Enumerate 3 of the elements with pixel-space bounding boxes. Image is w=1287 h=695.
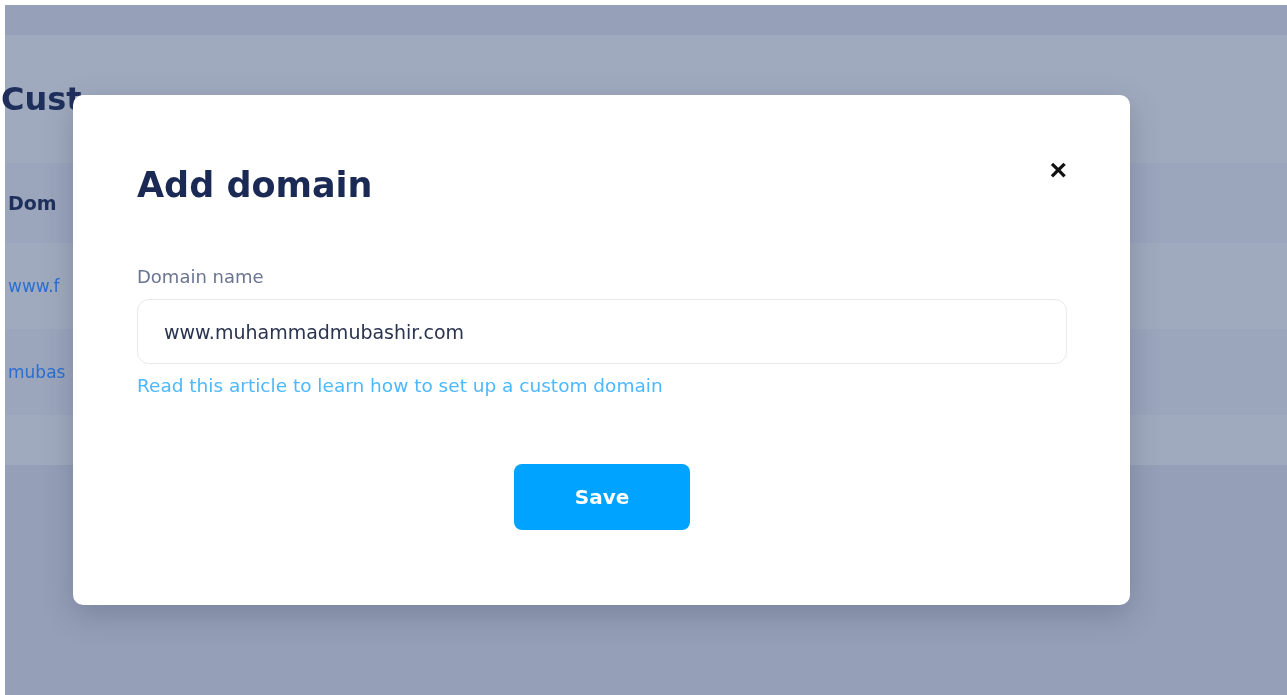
field-label: Domain name (137, 265, 265, 289)
dialog-title: Add domain (137, 164, 373, 207)
domain-input-field[interactable]: www.muhammadmubashir.com (137, 299, 1067, 364)
